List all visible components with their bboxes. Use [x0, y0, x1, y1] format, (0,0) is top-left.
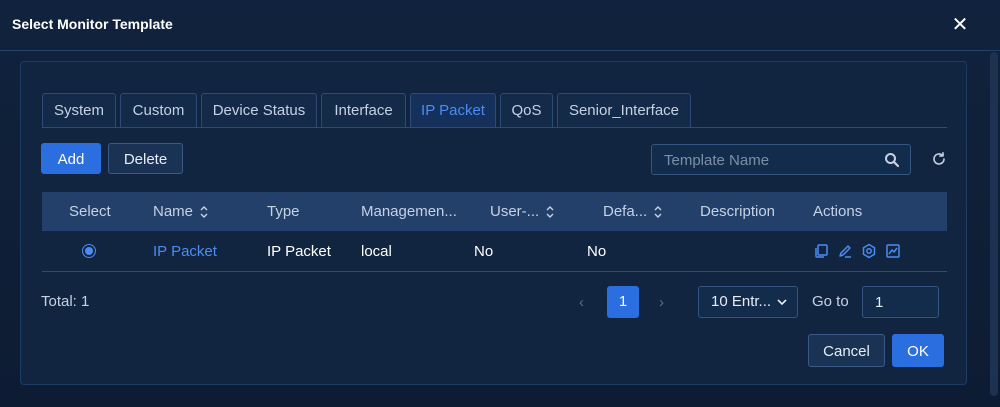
page-size-select[interactable]: 10 Entr...: [698, 286, 798, 318]
template-panel: System Custom Device Status Interface IP…: [20, 61, 967, 385]
select-monitor-template-dialog: Select Monitor Template ✕ System Custom …: [0, 0, 1000, 407]
row-select-radio[interactable]: [82, 244, 96, 258]
column-description-label: Description: [700, 203, 776, 220]
tab-ip-packet[interactable]: IP Packet: [410, 93, 496, 127]
template-default: No: [587, 243, 607, 260]
template-name-link[interactable]: IP Packet: [153, 231, 217, 271]
sort-icon[interactable]: [545, 205, 555, 219]
tab-divider: [42, 127, 947, 128]
prev-page-icon[interactable]: ‹: [579, 294, 584, 311]
column-user-defined-label: User-...: [490, 203, 540, 220]
tab-senior-interface[interactable]: Senior_Interface: [557, 93, 691, 127]
search-icon[interactable]: [884, 152, 900, 168]
dialog-titlebar: Select Monitor Template ✕: [0, 0, 1000, 51]
template-type: IP Packet: [267, 243, 331, 260]
goto-page-input[interactable]: [862, 286, 939, 318]
chart-icon[interactable]: [885, 243, 901, 259]
sort-icon[interactable]: [199, 205, 209, 219]
edit-icon[interactable]: [837, 243, 853, 259]
tab-qos[interactable]: QoS: [500, 93, 553, 127]
copy-icon[interactable]: [813, 243, 829, 259]
column-type: Type: [267, 192, 300, 231]
next-page-icon[interactable]: ›: [659, 294, 664, 311]
tab-interface[interactable]: Interface: [321, 93, 406, 127]
column-name[interactable]: Name: [153, 192, 209, 231]
template-management: local: [361, 243, 392, 260]
chevron-down-icon: [777, 299, 787, 306]
total-count: Total: 1: [41, 293, 90, 310]
dialog-title: Select Monitor Template: [12, 16, 173, 32]
tab-device-status[interactable]: Device Status: [201, 93, 317, 127]
column-management-label: Managemen...: [361, 203, 457, 220]
template-name-search: [651, 144, 911, 176]
column-actions-label: Actions: [813, 203, 863, 220]
delete-button[interactable]: Delete: [108, 143, 183, 174]
tab-system[interactable]: System: [42, 93, 116, 127]
column-name-label: Name: [153, 203, 194, 220]
template-user-defined: No: [474, 243, 494, 260]
column-type-label: Type: [267, 203, 300, 220]
column-management: Managemen...: [361, 192, 457, 231]
table-header: Select Name Type Managemen... User-... D…: [42, 192, 947, 231]
sort-icon[interactable]: [653, 205, 663, 219]
page-number-current[interactable]: 1: [607, 286, 639, 318]
column-user-defined[interactable]: User-...: [490, 192, 555, 231]
goto-label: Go to: [812, 293, 849, 310]
column-description: Description: [700, 192, 775, 231]
column-select: Select: [69, 192, 111, 231]
column-select-label: Select: [69, 203, 111, 220]
cancel-button[interactable]: Cancel: [808, 334, 885, 367]
column-actions: Actions: [813, 192, 862, 231]
scrollbar[interactable]: [990, 52, 998, 396]
settings-icon[interactable]: [861, 243, 877, 259]
close-icon[interactable]: ✕: [950, 14, 970, 36]
search-input[interactable]: [652, 145, 886, 176]
column-default[interactable]: Defa...: [603, 192, 663, 231]
add-button[interactable]: Add: [41, 143, 101, 174]
ok-button[interactable]: OK: [892, 334, 944, 367]
tab-custom[interactable]: Custom: [120, 93, 197, 127]
column-default-label: Defa...: [603, 203, 648, 220]
table-row[interactable]: IP Packet IP Packet local No No: [42, 231, 947, 272]
page-size-value: 10 Entr...: [711, 293, 772, 310]
refresh-icon[interactable]: [931, 151, 947, 167]
